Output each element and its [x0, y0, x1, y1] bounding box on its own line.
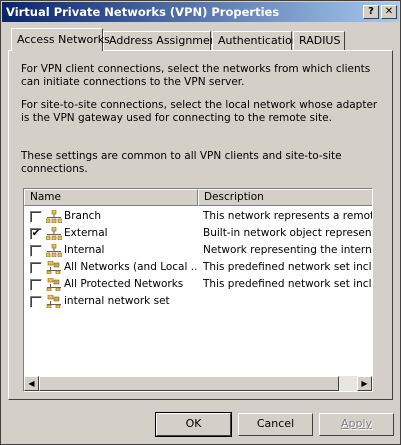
cancel-button[interactable]: Cancel [238, 413, 313, 436]
scroll-thumb[interactable] [39, 376, 339, 391]
help-button[interactable]: ? [363, 5, 379, 19]
vpn-properties-dialog: Virtual Private Networks (VPN) Propertie… [0, 0, 401, 445]
row-name: External [64, 227, 108, 239]
window-title: Virtual Private Networks (VPN) Propertie… [6, 5, 280, 19]
common-settings-text: These settings are common to all VPN cli… [21, 150, 342, 175]
row-name: Branch [64, 210, 102, 222]
list-item[interactable]: Branch This network represents a remote V [24, 208, 372, 225]
row-checkbox[interactable] [30, 262, 42, 274]
site-to-site-text: For site-to-site connections, select the… [21, 99, 378, 124]
row-checkbox[interactable] [30, 296, 42, 308]
list-item[interactable]: internal network set [24, 293, 372, 310]
row-name: All Protected Networks [64, 278, 184, 290]
tab-access-networks[interactable]: Access Networks [11, 28, 110, 51]
title-bar: Virtual Private Networks (VPN) Propertie… [2, 2, 399, 22]
row-description: This predefined network set include [203, 261, 372, 273]
list-item[interactable]: ✔ External Built-in network object represe… [24, 225, 372, 242]
column-header-description[interactable]: Description [198, 189, 372, 206]
network-set-icon [46, 294, 62, 309]
list-item[interactable]: Internal Network representing the interna… [24, 242, 372, 259]
network-set-icon [46, 277, 62, 292]
horizontal-scrollbar[interactable]: ◀ ▶ [24, 376, 372, 391]
networks-list-viewport: Name Description Branch This network repr… [24, 189, 372, 376]
client-connections-text: For VPN client connections, select the n… [21, 63, 371, 88]
scroll-right-icon[interactable]: ▶ [357, 376, 372, 391]
row-description: Built-in network object representing [203, 227, 372, 239]
row-checkbox[interactable] [30, 279, 42, 291]
network-icon [45, 243, 63, 258]
list-item[interactable]: All Networks (and Local ... This predefin… [24, 259, 372, 276]
network-icon [45, 226, 63, 241]
close-button[interactable]: ✕ [381, 5, 397, 19]
row-description: This predefined network set include [203, 278, 372, 290]
list-item[interactable]: All Protected Networks This predefined ne… [24, 276, 372, 293]
row-checkbox[interactable] [30, 245, 42, 257]
apply-label: Apply [340, 417, 373, 430]
row-name: All Networks (and Local ... [64, 261, 198, 273]
column-header-name[interactable]: Name [24, 189, 198, 206]
apply-button[interactable]: Apply [319, 413, 394, 436]
row-checkbox[interactable] [30, 211, 42, 223]
networks-list[interactable]: Name Description Branch This network repr… [23, 188, 373, 392]
tab-authentication[interactable]: Authentication [212, 31, 299, 50]
row-checkbox[interactable]: ✔ [30, 228, 42, 240]
network-set-icon [46, 260, 62, 275]
row-description: This network represents a remote V [203, 210, 372, 222]
tab-address-assignment[interactable]: Address Assignment [103, 31, 221, 50]
tab-radius[interactable]: RADIUS [293, 31, 345, 50]
network-icon [45, 209, 63, 224]
row-description: Network representing the internal n [203, 244, 372, 256]
row-name: Internal [64, 244, 105, 256]
row-name: internal network set [64, 295, 170, 307]
ok-button[interactable]: OK [155, 412, 232, 437]
scroll-left-icon[interactable]: ◀ [24, 376, 39, 391]
